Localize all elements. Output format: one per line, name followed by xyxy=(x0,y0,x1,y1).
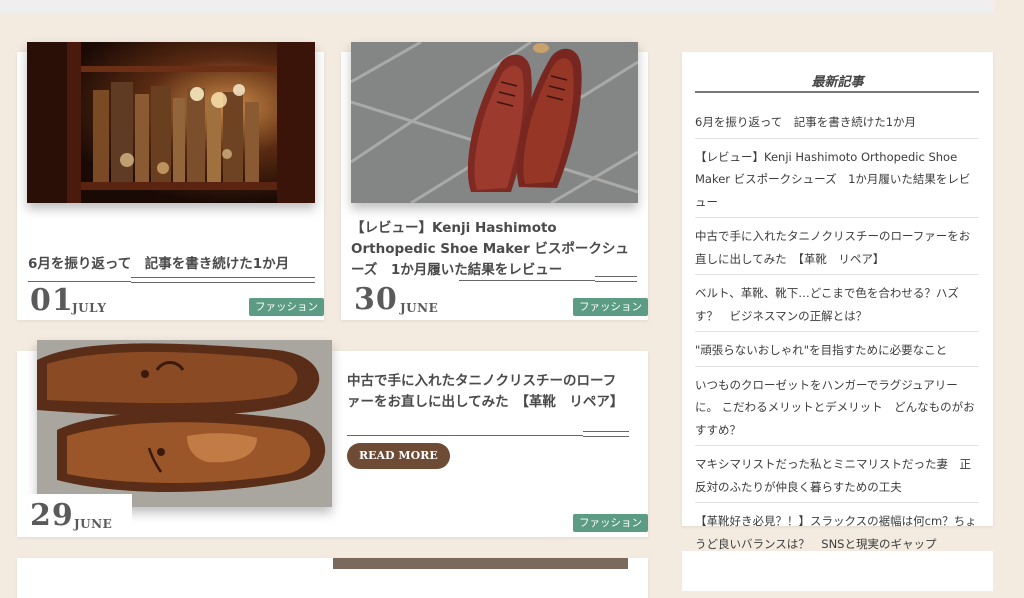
recent-post-link[interactable]: いつものクローゼットをハンガーでラグジュアリーに。 こだわるメリットとデメリット… xyxy=(695,373,979,446)
widget-title: 最新記事 xyxy=(811,75,864,90)
post-card-2[interactable]: 【レビュー】Kenji Hashimoto Orthopedic Shoe Ma… xyxy=(341,42,648,320)
category-tag[interactable]: ファッション xyxy=(573,514,648,532)
recent-posts-widget: 最新記事 6月を振り返って 記事を書き続けた1か月 【レビュー】Kenji Ha… xyxy=(682,52,993,551)
post-date-day: 29 xyxy=(30,498,74,533)
bookshelf-photo xyxy=(27,42,315,203)
read-more-button[interactable]: READ MORE xyxy=(347,443,450,469)
post-thumbnail-bookshelf[interactable] xyxy=(27,42,315,203)
post-date-month: JULY xyxy=(72,301,107,315)
recent-post-link[interactable]: 【レビュー】Kenji Hashimoto Orthopedic Shoe Ma… xyxy=(695,145,979,218)
post-date-month: JUNE xyxy=(74,517,113,531)
title-underline xyxy=(131,277,315,283)
title-divider xyxy=(347,435,583,436)
post-card-4[interactable] xyxy=(17,558,648,598)
title-underline xyxy=(583,431,629,437)
post-thumbnail-oxford-shoes[interactable] xyxy=(351,42,638,203)
loafers-photo xyxy=(37,340,332,507)
recent-post-link[interactable]: マキシマリストだった私とミニマリストだった妻 正反対のふたりが仲良く暮らすための… xyxy=(695,452,979,503)
post-title[interactable]: 6月を振り返って 記事を書き続けた1か月 xyxy=(28,254,318,275)
title-divider xyxy=(459,280,595,281)
post-thumbnail-partial[interactable] xyxy=(333,558,628,569)
title-underline xyxy=(595,276,637,282)
widget-title-rule xyxy=(695,91,979,93)
sidebar-widget-2 xyxy=(682,551,993,591)
recent-post-link[interactable]: "頑張らないおしゃれ"を目指すために必要なこと xyxy=(695,338,979,367)
post-date-day: 01 xyxy=(30,283,74,318)
post-date-day: 30 xyxy=(354,282,398,317)
post-title[interactable]: 【レビュー】Kenji Hashimoto Orthopedic Shoe Ma… xyxy=(351,218,641,281)
recent-post-link[interactable]: 6月を振り返って 記事を書き続けた1か月 xyxy=(695,110,979,139)
oxford-shoes-photo xyxy=(351,42,638,203)
post-date-month: JUNE xyxy=(400,301,439,315)
post-card-3[interactable]: 中古で手に入れたタニノクリスチーのローファーをお直しに出してみた 【革靴 リペア… xyxy=(17,340,648,537)
category-tag[interactable]: ファッション xyxy=(249,298,324,316)
recent-post-link[interactable]: ベルト、革靴、靴下…どこまで色を合わせる？ハズす？ ビジネスマンの正解とは？ xyxy=(695,281,979,332)
post-title[interactable]: 中古で手に入れたタニノクリスチーのローファーをお直しに出してみた 【革靴 リペア… xyxy=(347,371,629,413)
category-tag[interactable]: ファッション xyxy=(573,298,648,316)
top-strip xyxy=(0,0,994,13)
post-thumbnail-loafers[interactable] xyxy=(37,340,332,507)
recent-posts-list: 6月を振り返って 記事を書き続けた1か月 【レビュー】Kenji Hashimo… xyxy=(695,110,979,565)
recent-post-link[interactable]: 中古で手に入れたタニノクリスチーのローファーをお直しに出してみた 【革靴 リペア… xyxy=(695,224,979,275)
post-card-1[interactable]: 6月を振り返って 記事を書き続けた1か月 01 JULY ファッション xyxy=(17,42,324,320)
title-divider xyxy=(28,281,131,282)
